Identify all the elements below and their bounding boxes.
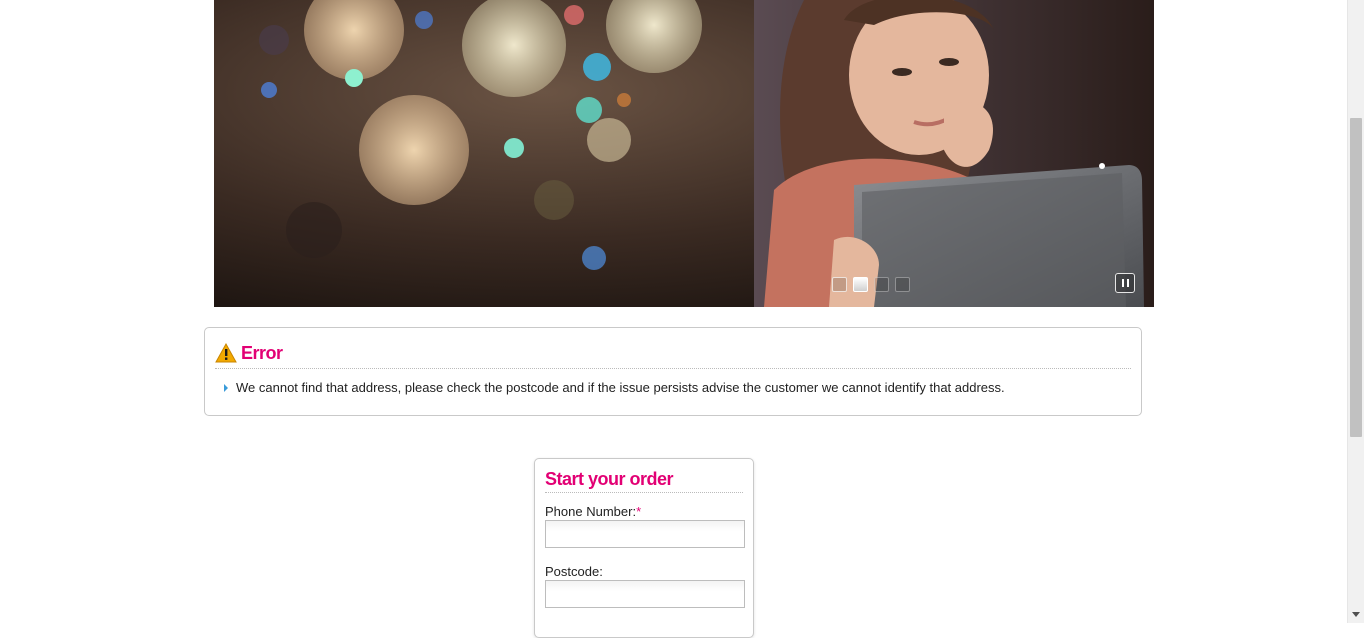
divider — [215, 368, 1131, 369]
error-message-text: We cannot find that address, please chec… — [236, 380, 1005, 395]
bullet-arrow-icon — [224, 384, 228, 392]
required-marker: * — [636, 504, 642, 519]
carousel-dot-4[interactable] — [895, 277, 910, 292]
error-panel: Error We cannot find that address, pleas… — [204, 327, 1142, 416]
pause-icon — [1121, 279, 1124, 287]
hero-carousel — [214, 0, 1154, 307]
order-form-title: Start your order — [545, 469, 674, 489]
scrollbar-thumb[interactable] — [1350, 118, 1362, 437]
carousel-dot-1[interactable] — [832, 277, 847, 292]
vertical-scrollbar[interactable] — [1347, 0, 1364, 623]
start-order-panel: Start your order Phone Number:* Postcode… — [534, 458, 754, 638]
carousel-dot-3[interactable] — [874, 277, 889, 292]
hero-image — [214, 0, 1154, 307]
warning-icon — [215, 343, 237, 363]
scroll-down-arrow-icon[interactable] — [1352, 612, 1360, 617]
carousel-pause-button[interactable] — [1115, 273, 1135, 293]
divider — [545, 492, 743, 493]
phone-number-label: Phone Number:* — [545, 504, 642, 519]
carousel-indicators — [832, 277, 922, 295]
error-header: Error — [215, 340, 283, 366]
error-message-item: We cannot find that address, please chec… — [224, 380, 1005, 395]
postcode-label: Postcode: — [545, 564, 603, 579]
postcode-input[interactable] — [545, 580, 745, 608]
error-title: Error — [241, 342, 283, 363]
carousel-dot-2[interactable] — [853, 277, 868, 292]
phone-number-input[interactable] — [545, 520, 745, 548]
